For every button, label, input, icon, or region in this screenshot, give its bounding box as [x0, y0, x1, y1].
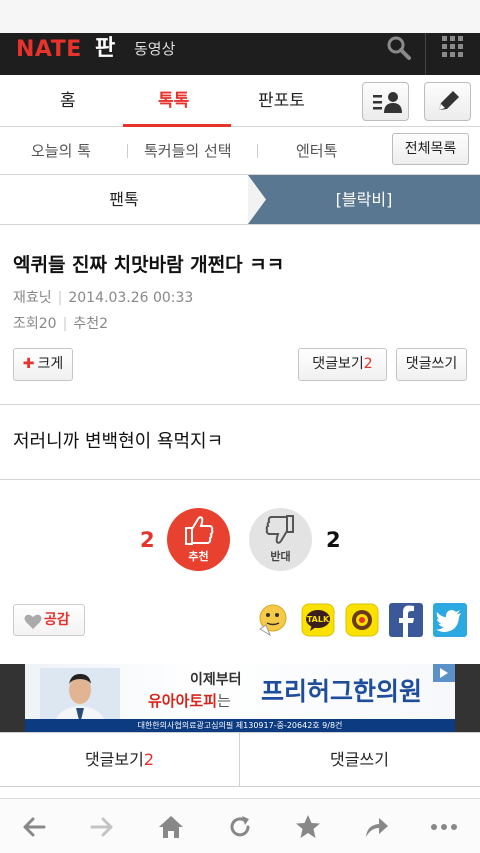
- upvote-button[interactable]: 추천: [167, 508, 230, 571]
- view-comments-button[interactable]: 댓글보기2: [298, 348, 387, 381]
- tab-home[interactable]: 홈: [60, 89, 76, 113]
- downvote-button[interactable]: 반대: [249, 508, 312, 571]
- pan-logo[interactable]: 판: [95, 36, 115, 62]
- advertisement[interactable]: 이제부터 유아아토피는 프리허그한의원 대한한의사협의료광고심의필 제13091…: [0, 664, 480, 732]
- post-stats: 조회20 | 추천2: [13, 315, 108, 333]
- post-meta: 재효닛 | 2014.03.26 00:33: [13, 289, 193, 307]
- enlarge-label: 크게: [37, 356, 64, 372]
- write-comment-button[interactable]: 댓글쓰기: [396, 348, 467, 381]
- ad-line1: 이제부터: [190, 672, 242, 688]
- bottom-comment-count: 2: [143, 750, 155, 769]
- forward-arrow-icon[interactable]: [88, 813, 116, 841]
- video-link[interactable]: 동영상: [134, 39, 175, 59]
- ad-fine-print: 대한한의사협의료광고심의필 제130917-중-20642호 9/8건: [25, 719, 455, 732]
- downvote-count: 2: [326, 528, 341, 552]
- thumbs-up-icon: [185, 516, 214, 545]
- ad-highlight: 유아아토피: [148, 692, 218, 710]
- grid-icon[interactable]: [441, 35, 465, 59]
- meta-divider: |: [57, 290, 63, 306]
- empathy-button[interactable]: 공감: [13, 604, 85, 636]
- bottom-view-comments-label: 댓글보기: [84, 750, 144, 769]
- board-fantalk[interactable]: 팬톡: [0, 175, 248, 224]
- downvote-label: 반대: [270, 550, 291, 563]
- profile-button[interactable]: [362, 82, 409, 121]
- pencil-icon: [439, 91, 459, 110]
- star-bookmark-icon[interactable]: [294, 813, 322, 841]
- views-label: 조회: [13, 316, 39, 332]
- meta-divider: |: [62, 316, 68, 332]
- more-options-icon[interactable]: [430, 813, 458, 841]
- main-tabs: 홈 톡톡 판포토: [0, 75, 480, 127]
- subnav-talkers-choice[interactable]: 톡커들의 선택: [144, 140, 232, 162]
- tab-panphoto[interactable]: 판포토: [258, 89, 305, 113]
- subnav-divider: [257, 144, 258, 158]
- board-bar: 팬톡 [블락비]: [0, 175, 480, 225]
- upvote-label: 추천: [188, 550, 209, 563]
- search-icon[interactable]: [386, 35, 412, 61]
- post-title: 엑퀴들 진짜 치맛바람 개쩐다 ㅋㅋ: [13, 254, 285, 276]
- profile-menu-icon: [373, 92, 402, 113]
- post-body: 저러니까 변백현이 욕먹지ㅋ: [13, 431, 224, 452]
- board-blockb[interactable]: [블락비]: [248, 175, 480, 224]
- enlarge-button[interactable]: ✚ 크게: [13, 348, 73, 381]
- view-comments-label: 댓글보기: [312, 356, 364, 372]
- comment-count: 2: [363, 356, 373, 372]
- heart-icon: [24, 614, 42, 629]
- share-arrow-icon[interactable]: [362, 813, 390, 841]
- back-arrow-icon[interactable]: [20, 813, 48, 841]
- subnav-today-talk[interactable]: 오늘의 톡: [31, 140, 91, 162]
- twitter-share-icon[interactable]: [433, 603, 467, 637]
- upvote-count: 2: [140, 528, 155, 552]
- kakaostory-share-icon[interactable]: [345, 603, 379, 637]
- recommend-label: 추천: [73, 316, 100, 332]
- status-bar: [0, 0, 480, 33]
- recommend-count: 2: [99, 316, 108, 332]
- nate-header: NATE 판 동영상: [0, 33, 480, 75]
- ad-banner[interactable]: 이제부터 유아아토피는 프리허그한의원 대한한의사협의료광고심의필 제13091…: [25, 664, 455, 732]
- browser-toolbar: [0, 798, 480, 853]
- ad-line2-suffix: 는: [217, 692, 231, 710]
- write-button[interactable]: [424, 82, 471, 121]
- refresh-icon[interactable]: [226, 813, 254, 841]
- thumbs-down-icon: [265, 515, 294, 544]
- home-icon[interactable]: [157, 813, 185, 841]
- subnav-divider: [127, 144, 128, 158]
- play-icon: [440, 668, 448, 678]
- plus-icon: ✚: [22, 356, 35, 372]
- views-count: 20: [38, 316, 57, 332]
- sub-navigation: 오늘의 톡 톡커들의 선택 엔터톡 전체목록: [0, 127, 480, 175]
- tab-toktok[interactable]: 톡톡: [158, 89, 189, 113]
- board-blockb-label: [블락비]: [335, 190, 393, 209]
- divider: [0, 404, 480, 405]
- bottom-comment-actions: 댓글보기2 댓글쓰기: [0, 732, 480, 787]
- empathy-label: 공감: [44, 612, 70, 628]
- header-divider: [425, 33, 426, 75]
- ad-brand: 프리허그한의원: [261, 677, 423, 706]
- ad-choices-icon[interactable]: [433, 664, 455, 682]
- full-list-button[interactable]: 전체목록: [392, 133, 469, 165]
- kakaotalk-share-icon[interactable]: TALK: [301, 603, 335, 637]
- subnav-enter-talk[interactable]: 엔터톡: [296, 140, 337, 162]
- nate-logo[interactable]: NATE: [16, 37, 82, 63]
- divider: [0, 479, 480, 480]
- post-author[interactable]: 재효닛: [13, 290, 52, 306]
- nate-on-share-icon[interactable]: [256, 603, 290, 637]
- svg-text:TALK: TALK: [307, 615, 330, 624]
- post-datetime: 2014.03.26 00:33: [68, 290, 194, 306]
- facebook-share-icon[interactable]: [389, 603, 423, 637]
- bottom-write-comment-button[interactable]: 댓글쓰기: [240, 733, 479, 786]
- bottom-view-comments-button[interactable]: 댓글보기2: [0, 733, 239, 786]
- ad-line2: 유아아토피는: [148, 691, 231, 711]
